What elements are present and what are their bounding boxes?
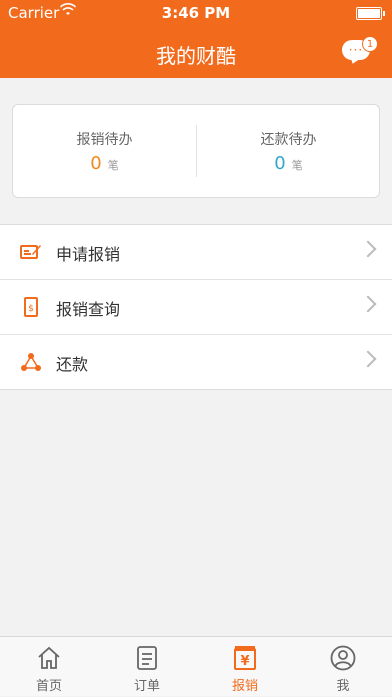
expense-todo-label: 报销待办 xyxy=(76,132,133,148)
message-count-badge: 1 xyxy=(362,36,378,52)
receipt-search-icon: $ xyxy=(20,297,42,317)
svg-text:¥: ¥ xyxy=(240,654,249,669)
repayment-todo[interactable]: 还款待办 0笔 xyxy=(197,105,380,197)
user-icon xyxy=(330,645,356,671)
repayment-todo-unit: 笔 xyxy=(291,159,303,172)
menu-item-apply-expense[interactable]: 申请报销 xyxy=(0,225,392,280)
tab-home[interactable]: 首页 xyxy=(0,637,98,697)
tab-expense[interactable]: ¥ 报销 xyxy=(196,637,294,697)
page-title: 我的财酷 xyxy=(156,44,236,68)
repayment-todo-label: 还款待办 xyxy=(260,132,317,148)
chevron-right-icon xyxy=(359,295,377,313)
tab-label-expense: 报销 xyxy=(231,679,258,694)
clock-text: 3:46 PM xyxy=(161,4,231,22)
header-bar: Carrier 3:46 PM 我的财酷 ··· 1 xyxy=(0,0,392,78)
yen-receipt-icon: ¥ xyxy=(232,645,258,671)
expense-todo-unit: 笔 xyxy=(107,159,119,172)
chevron-right-icon xyxy=(359,240,377,258)
tab-label-orders: 订单 xyxy=(133,679,160,694)
menu-item-expense-query[interactable]: $ 报销查询 xyxy=(0,280,392,335)
expense-todo-count: 0 xyxy=(90,153,102,174)
tab-label-home: 首页 xyxy=(35,679,62,694)
menu-label-expense-query: 报销查询 xyxy=(56,300,121,319)
action-menu: 申请报销 $ 报销查询 还款 xyxy=(0,224,392,390)
repayment-todo-count: 0 xyxy=(274,153,286,174)
svg-text:$: $ xyxy=(28,304,34,314)
tab-me[interactable]: 我 xyxy=(294,637,392,697)
tab-label-me: 我 xyxy=(336,679,350,694)
menu-label-apply-expense: 申请报销 xyxy=(56,245,121,264)
status-bar: Carrier 3:46 PM xyxy=(0,0,392,26)
expense-todo[interactable]: 报销待办 0笔 xyxy=(13,105,196,197)
todo-summary-card: 报销待办 0笔 还款待办 0笔 xyxy=(12,104,380,198)
share-nodes-icon xyxy=(20,352,42,372)
bottom-tab-bar: 首页 订单 ¥ 报销 我 xyxy=(0,636,392,696)
menu-item-repayment[interactable]: 还款 xyxy=(0,335,392,389)
messages-button[interactable]: ··· 1 xyxy=(342,36,378,66)
home-icon xyxy=(36,645,62,671)
edit-form-icon xyxy=(20,242,42,262)
tab-orders[interactable]: 订单 xyxy=(98,637,196,697)
chevron-right-icon xyxy=(359,350,377,368)
battery-icon xyxy=(356,7,385,20)
menu-label-repayment: 还款 xyxy=(56,355,89,374)
order-doc-icon xyxy=(134,645,160,671)
